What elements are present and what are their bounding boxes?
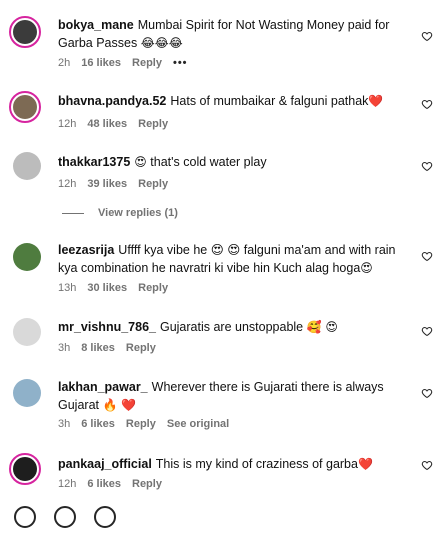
username[interactable]: thakkar1375 xyxy=(58,155,130,169)
avatar[interactable] xyxy=(9,91,41,123)
username[interactable]: bokya_mane xyxy=(58,18,134,32)
view-replies-button[interactable]: View replies (1) xyxy=(62,207,178,219)
heart-icon[interactable] xyxy=(421,325,433,337)
emoji: 😂😂😂 xyxy=(140,36,183,50)
heart-icon[interactable] xyxy=(421,160,433,172)
reply-button[interactable]: Reply xyxy=(126,342,156,354)
username[interactable]: leezasrija xyxy=(58,243,114,257)
username[interactable]: pankaaj_official xyxy=(58,457,152,471)
more-options-icon[interactable]: ••• xyxy=(173,57,188,69)
comment-icon[interactable] xyxy=(54,506,76,528)
like-icon[interactable] xyxy=(14,506,36,528)
heart-icon[interactable] xyxy=(421,387,433,399)
reply-button[interactable]: Reply xyxy=(132,57,162,69)
heart-icon[interactable] xyxy=(421,250,433,262)
reply-button[interactable]: Reply xyxy=(132,478,162,490)
comment-meta: 2h 16 likes Reply ••• xyxy=(58,57,188,69)
heart-icon[interactable] xyxy=(421,459,433,471)
avatar[interactable] xyxy=(9,16,41,48)
username[interactable]: lakhan_pawar_ xyxy=(58,380,148,394)
reply-button[interactable]: Reply xyxy=(126,418,156,430)
avatar[interactable] xyxy=(13,152,41,180)
username[interactable]: bhavna.pandya.52 xyxy=(58,94,166,108)
reply-button[interactable]: Reply xyxy=(138,118,168,130)
see-original-button[interactable]: See original xyxy=(167,418,229,430)
avatar[interactable] xyxy=(13,243,41,271)
avatar[interactable] xyxy=(13,379,41,407)
divider xyxy=(62,212,84,214)
avatar[interactable] xyxy=(13,318,41,346)
bottom-action-bar xyxy=(14,506,134,533)
comment-text: bokya_mane Mumbai Spirit for Not Wasting … xyxy=(58,18,390,50)
avatar[interactable] xyxy=(9,453,41,485)
share-icon[interactable] xyxy=(94,506,116,528)
heart-icon[interactable] xyxy=(421,98,433,110)
username[interactable]: mr_vishnu_786_ xyxy=(58,320,156,334)
reply-button[interactable]: Reply xyxy=(138,178,168,190)
heart-icon[interactable] xyxy=(421,30,433,42)
reply-button[interactable]: Reply xyxy=(138,282,168,294)
